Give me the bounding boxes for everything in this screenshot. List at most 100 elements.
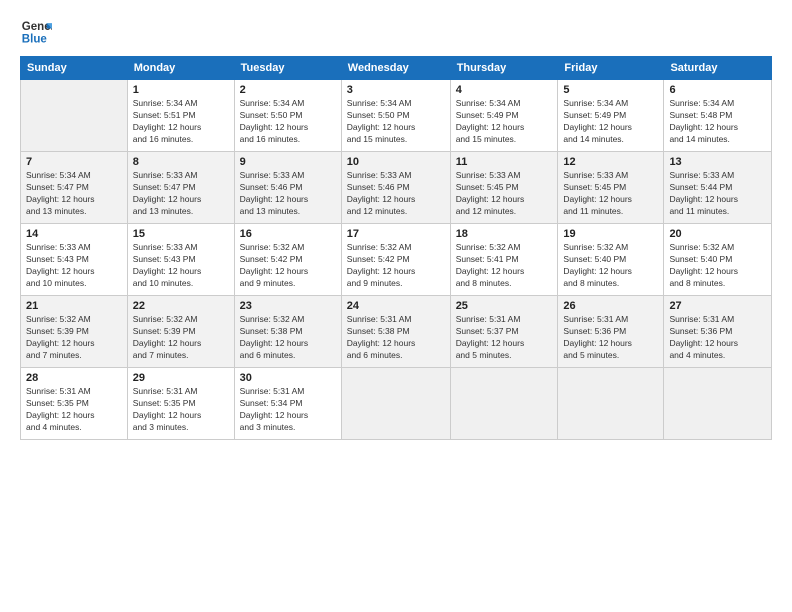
page: General Blue SundayMondayTuesdayWednesda… bbox=[0, 0, 792, 612]
day-info: Sunrise: 5:32 AMSunset: 5:41 PMDaylight:… bbox=[456, 242, 553, 290]
calendar-cell: 1Sunrise: 5:34 AMSunset: 5:51 PMDaylight… bbox=[127, 80, 234, 152]
header-cell-sunday: Sunday bbox=[21, 57, 128, 80]
day-number: 17 bbox=[347, 228, 445, 240]
header-cell-friday: Friday bbox=[558, 57, 664, 80]
calendar-cell bbox=[21, 80, 128, 152]
day-info: Sunrise: 5:32 AMSunset: 5:39 PMDaylight:… bbox=[133, 314, 229, 362]
header: General Blue bbox=[20, 16, 772, 48]
calendar-cell: 28 Sunrise: 5:31 AMSunset: 5:35 PMDayligh… bbox=[21, 368, 128, 440]
day-info: Sunrise: 5:34 AMSunset: 5:48 PMDaylight:… bbox=[669, 98, 766, 146]
day-info: Sunrise: 5:32 AMSunset: 5:40 PMDaylight:… bbox=[563, 242, 658, 290]
calendar-body: 1Sunrise: 5:34 AMSunset: 5:51 PMDaylight… bbox=[21, 80, 772, 440]
day-number: 29 bbox=[133, 372, 229, 384]
day-info: Sunrise: 5:33 AMSunset: 5:46 PMDaylight:… bbox=[347, 170, 445, 218]
calendar-cell: 29Sunrise: 5:31 AMSunset: 5:35 PMDayligh… bbox=[127, 368, 234, 440]
day-number: 18 bbox=[456, 228, 553, 240]
logo: General Blue bbox=[20, 16, 52, 48]
day-number: 15 bbox=[133, 228, 229, 240]
calendar-cell: 14 Sunrise: 5:33 AMSunset: 5:43 PMDayligh… bbox=[21, 224, 128, 296]
calendar-cell: 26 Sunrise: 5:31 AMSunset: 5:36 PMDayligh… bbox=[558, 296, 664, 368]
day-info: Sunrise: 5:33 AMSunset: 5:44 PMDaylight:… bbox=[669, 170, 766, 218]
day-info: Sunrise: 5:31 AMSunset: 5:36 PMDaylight:… bbox=[669, 314, 766, 362]
calendar-cell: 4 Sunrise: 5:34 AMSunset: 5:49 PMDaylight… bbox=[450, 80, 558, 152]
day-info: Sunrise: 5:33 AMSunset: 5:45 PMDaylight:… bbox=[456, 170, 553, 218]
header-cell-monday: Monday bbox=[127, 57, 234, 80]
logo-icon: General Blue bbox=[20, 16, 52, 48]
header-cell-saturday: Saturday bbox=[664, 57, 772, 80]
calendar-week-row: 21 Sunrise: 5:32 AMSunset: 5:39 PMDayligh… bbox=[21, 296, 772, 368]
day-info: Sunrise: 5:34 AMSunset: 5:50 PMDaylight:… bbox=[240, 98, 336, 146]
calendar-cell: 3 Sunrise: 5:34 AMSunset: 5:50 PMDaylight… bbox=[341, 80, 450, 152]
day-info: Sunrise: 5:34 AMSunset: 5:49 PMDaylight:… bbox=[456, 98, 553, 146]
day-info: Sunrise: 5:34 AMSunset: 5:49 PMDaylight:… bbox=[563, 98, 658, 146]
day-number: 22 bbox=[133, 300, 229, 312]
calendar-cell: 20 Sunrise: 5:32 AMSunset: 5:40 PMDayligh… bbox=[664, 224, 772, 296]
calendar-week-row: 14 Sunrise: 5:33 AMSunset: 5:43 PMDayligh… bbox=[21, 224, 772, 296]
day-info: Sunrise: 5:33 AMSunset: 5:46 PMDaylight:… bbox=[240, 170, 336, 218]
calendar-cell: 11 Sunrise: 5:33 AMSunset: 5:45 PMDayligh… bbox=[450, 152, 558, 224]
day-number: 11 bbox=[456, 156, 553, 168]
day-number: 26 bbox=[563, 300, 658, 312]
day-info: Sunrise: 5:31 AMSunset: 5:34 PMDaylight:… bbox=[240, 386, 336, 434]
calendar-cell: 19 Sunrise: 5:32 AMSunset: 5:40 PMDayligh… bbox=[558, 224, 664, 296]
day-info: Sunrise: 5:34 AMSunset: 5:51 PMDaylight:… bbox=[133, 98, 229, 146]
calendar-cell: 12 Sunrise: 5:33 AMSunset: 5:45 PMDayligh… bbox=[558, 152, 664, 224]
day-number: 25 bbox=[456, 300, 553, 312]
day-info: Sunrise: 5:31 AMSunset: 5:37 PMDaylight:… bbox=[456, 314, 553, 362]
day-info: Sunrise: 5:32 AMSunset: 5:42 PMDaylight:… bbox=[347, 242, 445, 290]
day-info: Sunrise: 5:34 AMSunset: 5:50 PMDaylight:… bbox=[347, 98, 445, 146]
calendar-cell: 10Sunrise: 5:33 AMSunset: 5:46 PMDayligh… bbox=[341, 152, 450, 224]
day-number: 3 bbox=[347, 84, 445, 96]
calendar-cell: 21 Sunrise: 5:32 AMSunset: 5:39 PMDayligh… bbox=[21, 296, 128, 368]
calendar-header-row: SundayMondayTuesdayWednesdayThursdayFrid… bbox=[21, 57, 772, 80]
calendar-cell bbox=[341, 368, 450, 440]
calendar-table: SundayMondayTuesdayWednesdayThursdayFrid… bbox=[20, 56, 772, 440]
day-info: Sunrise: 5:33 AMSunset: 5:43 PMDaylight:… bbox=[26, 242, 122, 290]
day-number: 21 bbox=[26, 300, 122, 312]
day-number: 23 bbox=[240, 300, 336, 312]
calendar-week-row: 1Sunrise: 5:34 AMSunset: 5:51 PMDaylight… bbox=[21, 80, 772, 152]
day-info: Sunrise: 5:31 AMSunset: 5:36 PMDaylight:… bbox=[563, 314, 658, 362]
calendar-cell: 13 Sunrise: 5:33 AMSunset: 5:44 PMDayligh… bbox=[664, 152, 772, 224]
calendar-cell: 27Sunrise: 5:31 AMSunset: 5:36 PMDayligh… bbox=[664, 296, 772, 368]
day-info: Sunrise: 5:31 AMSunset: 5:38 PMDaylight:… bbox=[347, 314, 445, 362]
header-cell-tuesday: Tuesday bbox=[234, 57, 341, 80]
day-info: Sunrise: 5:33 AMSunset: 5:45 PMDaylight:… bbox=[563, 170, 658, 218]
day-number: 9 bbox=[240, 156, 336, 168]
day-number: 7 bbox=[26, 156, 122, 168]
calendar-cell: 25 Sunrise: 5:31 AMSunset: 5:37 PMDayligh… bbox=[450, 296, 558, 368]
calendar-cell: 17 Sunrise: 5:32 AMSunset: 5:42 PMDayligh… bbox=[341, 224, 450, 296]
day-info: Sunrise: 5:34 AMSunset: 5:47 PMDaylight:… bbox=[26, 170, 122, 218]
calendar-cell: 24 Sunrise: 5:31 AMSunset: 5:38 PMDayligh… bbox=[341, 296, 450, 368]
day-number: 12 bbox=[563, 156, 658, 168]
day-number: 4 bbox=[456, 84, 553, 96]
day-info: Sunrise: 5:32 AMSunset: 5:39 PMDaylight:… bbox=[26, 314, 122, 362]
day-number: 13 bbox=[669, 156, 766, 168]
day-number: 16 bbox=[240, 228, 336, 240]
calendar-cell: 30 Sunrise: 5:31 AMSunset: 5:34 PMDayligh… bbox=[234, 368, 341, 440]
day-number: 5 bbox=[563, 84, 658, 96]
day-number: 14 bbox=[26, 228, 122, 240]
header-cell-thursday: Thursday bbox=[450, 57, 558, 80]
header-cell-wednesday: Wednesday bbox=[341, 57, 450, 80]
day-number: 6 bbox=[669, 84, 766, 96]
day-info: Sunrise: 5:32 AMSunset: 5:42 PMDaylight:… bbox=[240, 242, 336, 290]
calendar-week-row: 28 Sunrise: 5:31 AMSunset: 5:35 PMDayligh… bbox=[21, 368, 772, 440]
day-number: 30 bbox=[240, 372, 336, 384]
calendar-cell: 9 Sunrise: 5:33 AMSunset: 5:46 PMDaylight… bbox=[234, 152, 341, 224]
day-info: Sunrise: 5:31 AMSunset: 5:35 PMDaylight:… bbox=[26, 386, 122, 434]
day-info: Sunrise: 5:32 AMSunset: 5:40 PMDaylight:… bbox=[669, 242, 766, 290]
calendar-cell: 23Sunrise: 5:32 AMSunset: 5:38 PMDayligh… bbox=[234, 296, 341, 368]
day-number: 24 bbox=[347, 300, 445, 312]
calendar-cell: 22 Sunrise: 5:32 AMSunset: 5:39 PMDayligh… bbox=[127, 296, 234, 368]
day-info: Sunrise: 5:33 AMSunset: 5:47 PMDaylight:… bbox=[133, 170, 229, 218]
calendar-cell: 5 Sunrise: 5:34 AMSunset: 5:49 PMDaylight… bbox=[558, 80, 664, 152]
day-number: 28 bbox=[26, 372, 122, 384]
day-number: 19 bbox=[563, 228, 658, 240]
calendar-cell: 7 Sunrise: 5:34 AMSunset: 5:47 PMDaylight… bbox=[21, 152, 128, 224]
day-number: 20 bbox=[669, 228, 766, 240]
day-number: 8 bbox=[133, 156, 229, 168]
calendar-cell: 18 Sunrise: 5:32 AMSunset: 5:41 PMDayligh… bbox=[450, 224, 558, 296]
calendar-cell: 2Sunrise: 5:34 AMSunset: 5:50 PMDaylight… bbox=[234, 80, 341, 152]
day-info: Sunrise: 5:33 AMSunset: 5:43 PMDaylight:… bbox=[133, 242, 229, 290]
